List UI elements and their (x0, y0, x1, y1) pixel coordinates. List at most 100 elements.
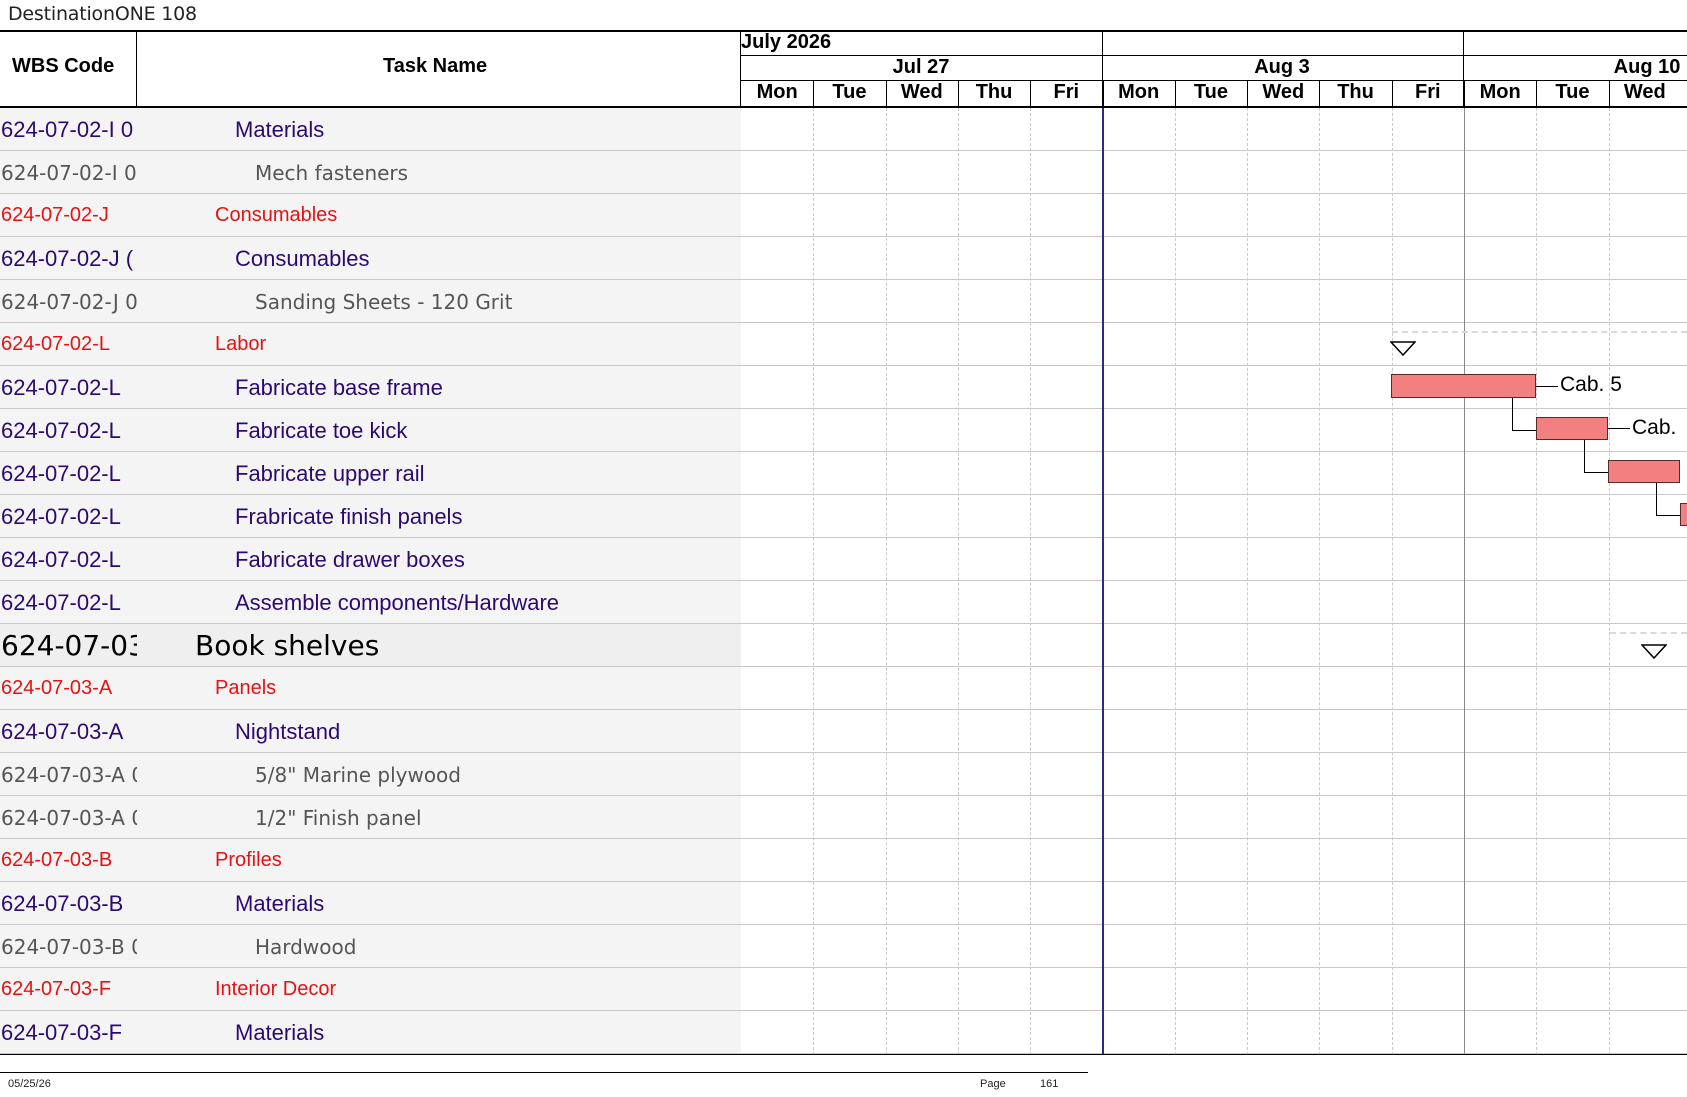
day-divider (1103, 81, 1104, 107)
task-name-cell[interactable]: Book shelves (137, 624, 741, 667)
wbs-code-cell[interactable]: 624-07-03-A (0, 667, 137, 710)
grid-row-separator (741, 666, 1687, 667)
task-name-cell[interactable]: Hardwood (137, 925, 741, 968)
wbs-code-cell[interactable]: 624-07-03-F (0, 968, 137, 1011)
day-label: Mon (1479, 81, 1521, 103)
grid-row-separator (741, 150, 1687, 151)
task-name-cell[interactable]: Panels (137, 667, 741, 710)
grid-row-separator (741, 795, 1687, 796)
grid-row-separator (741, 236, 1687, 237)
task-name-cell[interactable]: Fabricate toe kick (137, 409, 741, 452)
wbs-code-cell[interactable]: 624-07-02-L (0, 538, 137, 581)
wbs-code-cell[interactable]: 624-07-02-L (0, 409, 137, 452)
grid-row-separator (741, 322, 1687, 323)
task-bar-base-frame[interactable] (1391, 374, 1536, 398)
task-bar-finish-panels[interactable] (1680, 503, 1687, 526)
task-name-cell[interactable]: Consumables (137, 194, 741, 237)
task-name-column-header[interactable]: Task Name (383, 55, 487, 78)
task-name-cell[interactable]: Fabricate base frame (137, 366, 741, 409)
day-divider (813, 81, 814, 107)
task-name-label: Interior Decor (215, 978, 337, 1000)
wbs-code-cell[interactable]: 624-07-03-F (0, 1011, 137, 1054)
grid-row-separator (741, 451, 1687, 452)
grid-row-separator (741, 279, 1687, 280)
wbs-code-cell[interactable]: 624-07-03-B (0, 882, 137, 925)
task-bar-upper-rail[interactable] (1608, 460, 1680, 483)
task-name-label: Panels (215, 677, 277, 699)
task-name-cell[interactable]: Labor (137, 323, 741, 366)
day-divider (1319, 81, 1320, 107)
grid-row-separator (741, 881, 1687, 882)
grid-row-separator (741, 623, 1687, 624)
task-bar-toe-kick[interactable] (1536, 417, 1608, 440)
header-top-line (0, 31, 1687, 32)
wbs-code-cell[interactable]: 624-07-03-A (0, 710, 137, 753)
day-divider (1247, 81, 1248, 107)
day-label: Mon (756, 81, 798, 103)
grid-row-separator (741, 365, 1687, 366)
wbs-code-cell[interactable]: 624-07-03-B 0 (0, 925, 137, 968)
task-name-cell[interactable]: Interior Decor (137, 968, 741, 1011)
task-name-cell[interactable]: 1/2" Finish panel (137, 796, 741, 839)
task-name-cell[interactable]: Consumables (137, 237, 741, 280)
day-gridline (1392, 108, 1393, 1055)
labor-summary-marker-icon (1390, 341, 1416, 357)
day-divider (1030, 81, 1031, 107)
grid-row-separator (741, 537, 1687, 538)
task-name-cell[interactable]: Profiles (137, 839, 741, 882)
task-name-cell[interactable]: Frabricate finish panels (137, 495, 741, 538)
dependency-link (1512, 398, 1513, 430)
task-name-cell[interactable]: Materials (137, 1011, 741, 1054)
wbs-code-cell[interactable]: 624-07-02-I 01 (0, 151, 137, 194)
task-name-label: Assemble components/Hardware (235, 589, 560, 615)
task-name-label: Materials (235, 890, 325, 916)
dependency-link (1512, 430, 1536, 431)
wbs-code-cell[interactable]: 624-07-03-A 0 (0, 753, 137, 796)
day-divider (1536, 81, 1537, 107)
task-name-label: Fabricate toe kick (235, 417, 408, 443)
day-label: Wed (900, 81, 943, 103)
wbs-code-cell[interactable]: 624-07-03-B (0, 839, 137, 882)
wbs-code-cell[interactable]: 624-07-02-I 0 (0, 108, 137, 151)
table-bottom-line (0, 1054, 1687, 1055)
task-name-label: Frabricate finish panels (235, 503, 463, 529)
task-name-cell[interactable]: Mech fasteners (137, 151, 741, 194)
grid-row-separator (741, 752, 1687, 753)
wbs-code-cell[interactable]: 624-07-02-J 01 (0, 280, 137, 323)
day-divider (958, 81, 959, 107)
day-label: Tue (1193, 81, 1228, 103)
day-divider (1464, 81, 1465, 107)
task-name-cell[interactable]: 5/8" Marine plywood (137, 753, 741, 796)
day-label: Fri (1415, 81, 1441, 103)
wbs-code-cell[interactable]: 624-07-02-L (0, 323, 137, 366)
wbs-code-cell[interactable]: 624-07-03 (0, 624, 137, 667)
task-name-cell[interactable]: Nightstand (137, 710, 741, 753)
wbs-code-cell[interactable]: 624-07-02-J (0, 194, 137, 237)
dependency-link (1584, 440, 1585, 472)
task-name-cell[interactable]: Assemble components/Hardware (137, 581, 741, 624)
day-gridline (813, 108, 814, 1055)
wbs-code-cell[interactable]: 624-07-02-J ( (0, 237, 137, 280)
task-name-cell[interactable]: Fabricate upper rail (137, 452, 741, 495)
day-gridline (1319, 108, 1320, 1055)
task-name-cell[interactable]: Materials (137, 108, 741, 151)
wbs-code-cell[interactable]: 624-07-02-L (0, 452, 137, 495)
task-name-label: Consumables (215, 204, 338, 226)
task-name-label: Fabricate upper rail (235, 460, 425, 486)
bar-label-toe-kick: Cab. (1632, 416, 1677, 439)
wbs-code-cell[interactable]: 624-07-02-L (0, 581, 137, 624)
dependency-link (1584, 472, 1608, 473)
grid-row-separator (741, 580, 1687, 581)
day-gridline (1247, 108, 1248, 1055)
wbs-column-header[interactable]: WBS Code (12, 55, 114, 78)
task-name-cell[interactable]: Sanding Sheets - 120 Grit (137, 280, 741, 323)
wbs-code-cell[interactable]: 624-07-03-A 0 (0, 796, 137, 839)
day-divider (886, 81, 887, 107)
wbs-code-cell[interactable]: 624-07-02-L (0, 495, 137, 538)
task-name-cell[interactable]: Materials (137, 882, 741, 925)
day-gridline (1175, 108, 1176, 1055)
wbs-code-cell[interactable]: 624-07-02-L (0, 366, 137, 409)
task-name-label: Materials (235, 1019, 325, 1045)
document-title: DestinationONE 108 (8, 3, 197, 25)
task-name-cell[interactable]: Fabricate drawer boxes (137, 538, 741, 581)
